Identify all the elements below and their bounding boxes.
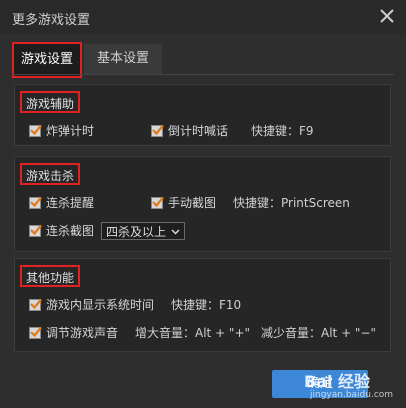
group-game-kill: 游戏击杀 连杀提醒 手动截图 快捷键：PrintScreen 连杀截图 四杀及以… (14, 156, 391, 252)
chevron-down-icon (171, 223, 180, 246)
tab-bar: 游戏设置 基本设置 (12, 42, 394, 78)
adjust-volume-label: 调节游戏声音 (46, 326, 119, 340)
screenshot-shortcut-hint: 快捷键：PrintScreen (233, 196, 350, 210)
group-title-assist: 游戏辅助 (20, 91, 81, 113)
kill-alert-label: 连杀提醒 (46, 196, 95, 210)
group-title-kill: 游戏击杀 (20, 163, 81, 185)
bomb-timer-checkbox[interactable] (29, 124, 42, 137)
show-system-time-checkbox[interactable] (29, 298, 42, 311)
kill-screenshot-threshold-select[interactable]: 四杀及以上 (101, 222, 186, 240)
select-value: 四杀及以上 (106, 225, 167, 239)
close-icon[interactable] (376, 5, 398, 27)
watermark-url: jingyan.baidu.com (310, 390, 394, 400)
time-shortcut-hint: 快捷键：F10 (171, 298, 242, 312)
volume-down-hint: 减少音量：Alt + "−" (261, 326, 377, 340)
kill-alert-checkbox[interactable] (29, 196, 42, 209)
show-system-time-label: 游戏内显示系统时间 (46, 298, 155, 312)
group-other-features: 其他功能 游戏内显示系统时间 快捷键：F10 调节游戏声音 增大音量：Alt +… (14, 258, 391, 352)
countdown-shout-checkbox[interactable] (151, 124, 164, 137)
window-title: 更多游戏设置 (12, 13, 91, 28)
countdown-shout-label: 倒计时喊话 (168, 124, 229, 138)
tab-game-settings[interactable]: 游戏设置 (12, 42, 82, 78)
assist-shortcut-hint: 快捷键：F9 (251, 124, 314, 138)
more-game-settings-dialog: 更多游戏设置 游戏设置 基本设置 游戏辅助 炸弹计时 倒计时喊话 快捷键：F9 … (0, 0, 406, 408)
adjust-volume-checkbox[interactable] (29, 326, 42, 339)
titlebar: 更多游戏设置 (0, 0, 406, 34)
volume-up-hint: 增大音量：Alt + "+" (135, 326, 251, 340)
tab-divider (12, 74, 394, 75)
kill-screenshot-label: 连杀截图 (46, 224, 95, 238)
watermark-logo: Bai 经验 (304, 372, 371, 391)
kill-screenshot-checkbox[interactable] (29, 224, 42, 237)
manual-screenshot-label: 手动截图 (168, 196, 217, 210)
group-game-assist: 游戏辅助 炸弹计时 倒计时喊话 快捷键：F9 (14, 84, 391, 146)
manual-screenshot-checkbox[interactable] (151, 196, 164, 209)
group-title-other: 其他功能 (20, 265, 81, 287)
bomb-timer-label: 炸弹计时 (46, 124, 95, 138)
baidu-jingyan-watermark: Bai 经验 jingyan.baidu.com (300, 366, 404, 406)
tab-basic-settings[interactable]: 基本设置 (84, 44, 162, 74)
